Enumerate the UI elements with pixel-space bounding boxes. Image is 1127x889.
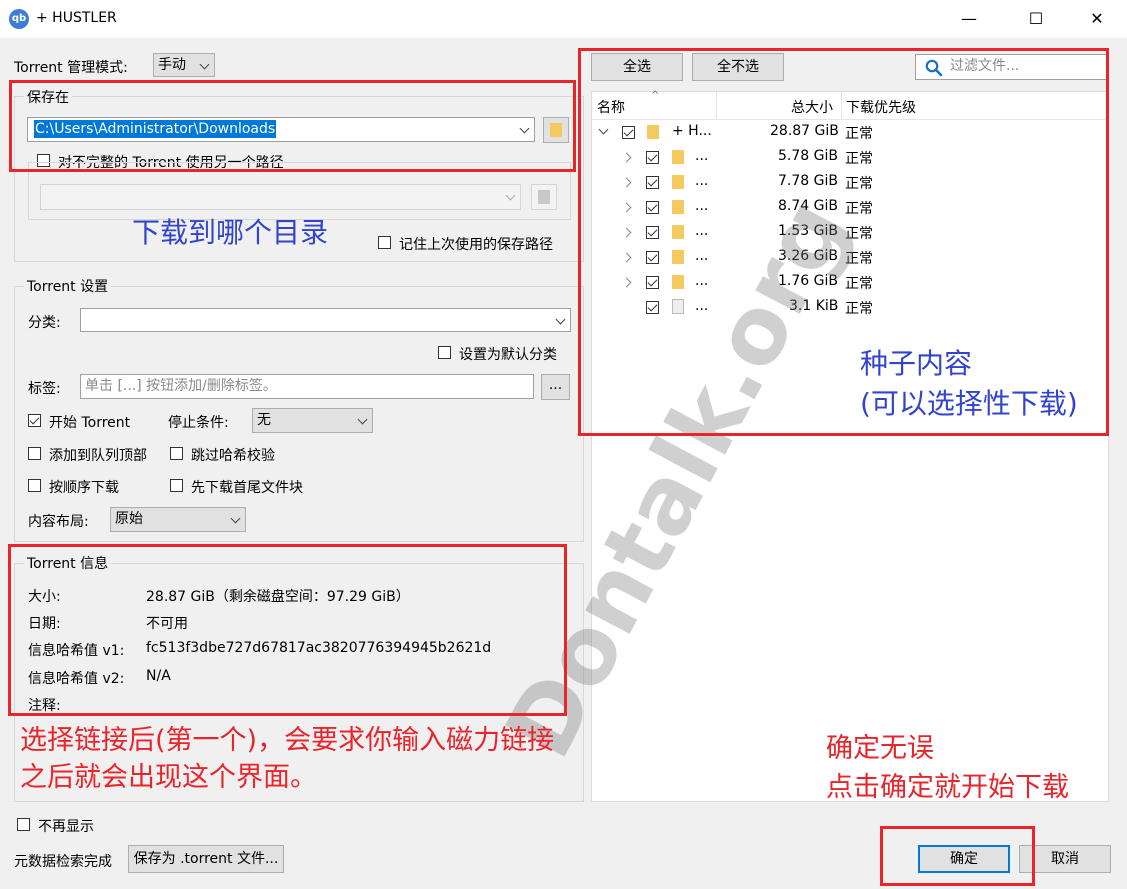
ok-annotation-line2: 点击确定就开始下载 [826,772,1069,803]
chevron-down-icon [555,314,566,325]
stop-condition-select[interactable]: 无 [252,408,373,433]
chevron-down-icon [230,513,241,524]
content-layout-value: 原始 [115,511,143,527]
management-mode-value: 手动 [158,57,186,73]
start-torrent-checkbox[interactable] [28,414,41,427]
default-category-label: 设置为默认分类 [459,347,557,363]
add-to-queue-top-label: 添加到队列顶部 [49,448,147,464]
first-last-pieces-checkbox[interactable] [170,479,183,492]
chevron-down-icon [199,59,210,70]
content-layout-select[interactable]: 原始 [110,507,246,532]
skip-hash-check-label: 跳过哈希校验 [191,448,275,464]
default-category-checkbox[interactable] [438,346,451,359]
skip-hash-check-checkbox[interactable] [170,447,183,460]
stop-condition-value: 无 [257,412,271,428]
save-path-highlight-box [9,80,576,172]
management-mode-select[interactable]: 手动 [153,53,215,77]
category-label: 分类: [28,315,61,331]
tags-label: 标签: [28,381,61,397]
file-list-highlight-box [578,48,1109,436]
torrent-info-highlight-box [8,544,567,716]
management-mode-label: Torrent 管理模式: [14,60,128,76]
ok-button-highlight-box [880,826,1035,886]
stop-condition-label: 停止条件: [168,415,229,431]
ok-annotation-line1: 确定无误 [826,733,934,764]
tags-placeholder: 单击 [...] 按钮添加/删除标签。 [85,378,277,394]
close-button[interactable]: ✕ [1074,0,1120,38]
dont-show-again-label: 不再显示 [38,819,94,835]
start-torrent-label: 开始 Torrent [49,415,131,431]
alt-path-browse-button[interactable] [531,184,557,210]
dont-show-again-checkbox[interactable] [17,818,30,831]
category-select[interactable] [80,308,571,332]
content-layout-label: 内容布局: [28,514,89,530]
title-bar: qb + HUSTLER — ☐ ✕ [0,0,1127,38]
folder-icon [538,190,550,204]
chevron-down-icon [357,414,368,425]
save-dir-annotation: 下载到哪个目录 [132,216,329,249]
chevron-down-icon [505,190,516,201]
content-annotation-line1: 种子内容 [860,347,973,380]
save-torrent-file-button[interactable]: 保存为 .torrent 文件... [128,845,284,873]
window-title: + HUSTLER [36,10,117,26]
maximize-button[interactable]: ☐ [1013,0,1059,38]
sequential-download-checkbox[interactable] [28,479,41,492]
status-text: 元数据检索完成 [14,854,112,870]
link-annotation-line1: 选择链接后(第一个)，会要求你输入磁力链接 [20,725,555,756]
link-annotation-line2: 之后就会出现这个界面。 [20,762,317,793]
remember-path-label: 记住上次使用的保存路径 [399,237,553,253]
alt-path-select[interactable] [40,184,521,210]
tags-input[interactable]: 单击 [...] 按钮添加/删除标签。 [80,374,534,399]
qbittorrent-app-icon: qb [9,9,29,29]
add-to-queue-top-checkbox[interactable] [28,447,41,460]
remember-path-checkbox[interactable] [378,236,391,249]
first-last-pieces-label: 先下载首尾文件块 [191,480,303,496]
tags-edit-button[interactable]: ... [541,374,570,400]
sequential-download-label: 按顺序下载 [49,480,119,496]
minimize-button[interactable]: — [946,0,992,38]
torrent-settings-group-title: Torrent 设置 [24,276,112,296]
content-annotation-line2: (可以选择性下载) [860,387,1078,420]
